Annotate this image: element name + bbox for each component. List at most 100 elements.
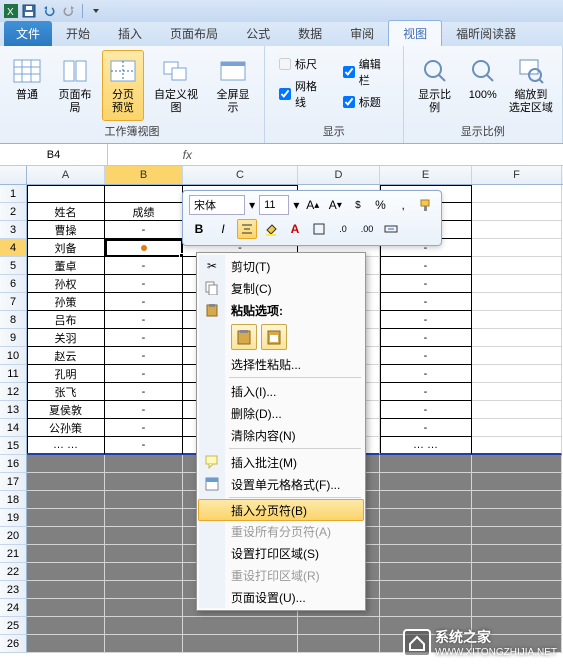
ctx-insert-pagebreak[interactable]: 插入分页符(B)	[198, 499, 364, 521]
cell[interactable]: -	[380, 257, 472, 275]
cell[interactable]	[27, 473, 105, 491]
cell[interactable]: 姓名	[27, 203, 105, 221]
row-header-17[interactable]: 17	[0, 473, 27, 491]
chk-headings[interactable]: 标题	[343, 94, 389, 110]
cell[interactable]: 孙权	[27, 275, 105, 293]
view-normal-button[interactable]: 普通	[6, 50, 48, 121]
chk-ruler[interactable]: 标尺	[279, 56, 325, 72]
cell[interactable]	[105, 545, 183, 563]
cell[interactable]: -	[105, 329, 183, 347]
cell[interactable]: -	[380, 383, 472, 401]
cell[interactable]	[105, 617, 183, 635]
view-fullscreen-button[interactable]: 全屏显示	[208, 50, 258, 121]
cell[interactable]: 成绩	[105, 203, 183, 221]
qat-dropdown-icon[interactable]	[87, 2, 105, 20]
cell[interactable]: 赵云	[27, 347, 105, 365]
cell[interactable]	[27, 491, 105, 509]
row-header-14[interactable]: 14	[0, 419, 27, 437]
cell[interactable]	[27, 527, 105, 545]
row-header-12[interactable]: 12	[0, 383, 27, 401]
cell[interactable]	[27, 617, 105, 635]
cell[interactable]: -	[105, 275, 183, 293]
ctx-insert-comment[interactable]: 插入批注(M)	[199, 451, 363, 473]
mini-shrink-font-icon[interactable]: A▾	[326, 195, 345, 215]
cell[interactable]	[105, 239, 183, 257]
view-custom-button[interactable]: 自定义视图	[146, 50, 206, 121]
row-header-9[interactable]: 9	[0, 329, 27, 347]
view-page-layout-button[interactable]: 页面布局	[50, 50, 100, 121]
tab-home[interactable]: 开始	[52, 21, 104, 46]
cell[interactable]: -	[105, 401, 183, 419]
select-all-corner[interactable]	[0, 166, 27, 184]
row-header-25[interactable]: 25	[0, 617, 27, 635]
cell[interactable]: 孔明	[27, 365, 105, 383]
cell[interactable]: -	[105, 383, 183, 401]
cell[interactable]: -	[105, 293, 183, 311]
cell[interactable]	[105, 473, 183, 491]
row-header-4[interactable]: 4	[0, 239, 27, 257]
save-icon[interactable]	[20, 2, 38, 20]
mini-merge-icon[interactable]	[381, 219, 401, 239]
mini-accounting-format-icon[interactable]: $	[349, 195, 368, 215]
cell[interactable]: 刘备	[27, 239, 105, 257]
tab-insert[interactable]: 插入	[104, 21, 156, 46]
ctx-page-setup[interactable]: 页面设置(U)...	[199, 586, 363, 608]
row-header-16[interactable]: 16	[0, 455, 27, 473]
cell[interactable]: 关羽	[27, 329, 105, 347]
name-box[interactable]: B4	[0, 144, 108, 165]
cell[interactable]	[472, 383, 562, 401]
tab-formulas[interactable]: 公式	[232, 21, 284, 46]
mini-italic-button[interactable]: I	[213, 219, 233, 239]
cell[interactable]	[380, 581, 472, 599]
mini-bold-button[interactable]: B	[189, 219, 209, 239]
cell[interactable]: … …	[380, 437, 472, 455]
row-header-26[interactable]: 26	[0, 635, 27, 653]
row-header-15[interactable]: 15	[0, 437, 27, 455]
mini-size-dropdown-icon[interactable]: ▾	[293, 198, 299, 212]
cell[interactable]	[472, 491, 562, 509]
cell[interactable]	[105, 581, 183, 599]
cell[interactable]	[27, 545, 105, 563]
zoom-selection-button[interactable]: 缩放到 选定区域	[506, 50, 556, 121]
cell[interactable]	[27, 455, 105, 473]
cell[interactable]: -	[380, 401, 472, 419]
col-D[interactable]: D	[298, 166, 380, 184]
cell[interactable]	[27, 581, 105, 599]
cell[interactable]	[472, 347, 562, 365]
zoom-100-button[interactable]: 100%	[462, 50, 504, 121]
cell[interactable]	[183, 617, 298, 635]
cell[interactable]	[27, 599, 105, 617]
ctx-set-print-area[interactable]: 设置打印区域(S)	[199, 542, 363, 564]
tab-data[interactable]: 数据	[284, 21, 336, 46]
cell[interactable]	[105, 185, 183, 203]
cell[interactable]	[472, 275, 562, 293]
zoom-button[interactable]: 显示比例	[410, 50, 460, 121]
row-header-3[interactable]: 3	[0, 221, 27, 239]
row-header-11[interactable]: 11	[0, 365, 27, 383]
cell[interactable]	[380, 473, 472, 491]
cell[interactable]: -	[380, 365, 472, 383]
cell[interactable]	[472, 455, 562, 473]
mini-align-center-icon[interactable]	[237, 219, 257, 239]
row-header-22[interactable]: 22	[0, 563, 27, 581]
cell[interactable]: -	[105, 365, 183, 383]
cell[interactable]	[27, 185, 105, 203]
cell[interactable]	[472, 419, 562, 437]
row-header-7[interactable]: 7	[0, 293, 27, 311]
tab-file[interactable]: 文件	[4, 21, 52, 46]
cell[interactable]	[27, 635, 105, 653]
cell[interactable]: 曹操	[27, 221, 105, 239]
cell[interactable]	[472, 293, 562, 311]
cell[interactable]	[472, 311, 562, 329]
cell[interactable]	[472, 599, 562, 617]
cell[interactable]	[472, 509, 562, 527]
cell[interactable]	[380, 455, 472, 473]
tab-layout[interactable]: 页面布局	[156, 21, 232, 46]
mini-comma-icon[interactable]: ,	[394, 195, 413, 215]
col-C[interactable]: C	[183, 166, 298, 184]
cell[interactable]	[105, 635, 183, 653]
cell[interactable]: 孙策	[27, 293, 105, 311]
chk-gridlines[interactable]: 网格线	[279, 78, 325, 110]
cell[interactable]	[380, 527, 472, 545]
cell[interactable]	[27, 509, 105, 527]
